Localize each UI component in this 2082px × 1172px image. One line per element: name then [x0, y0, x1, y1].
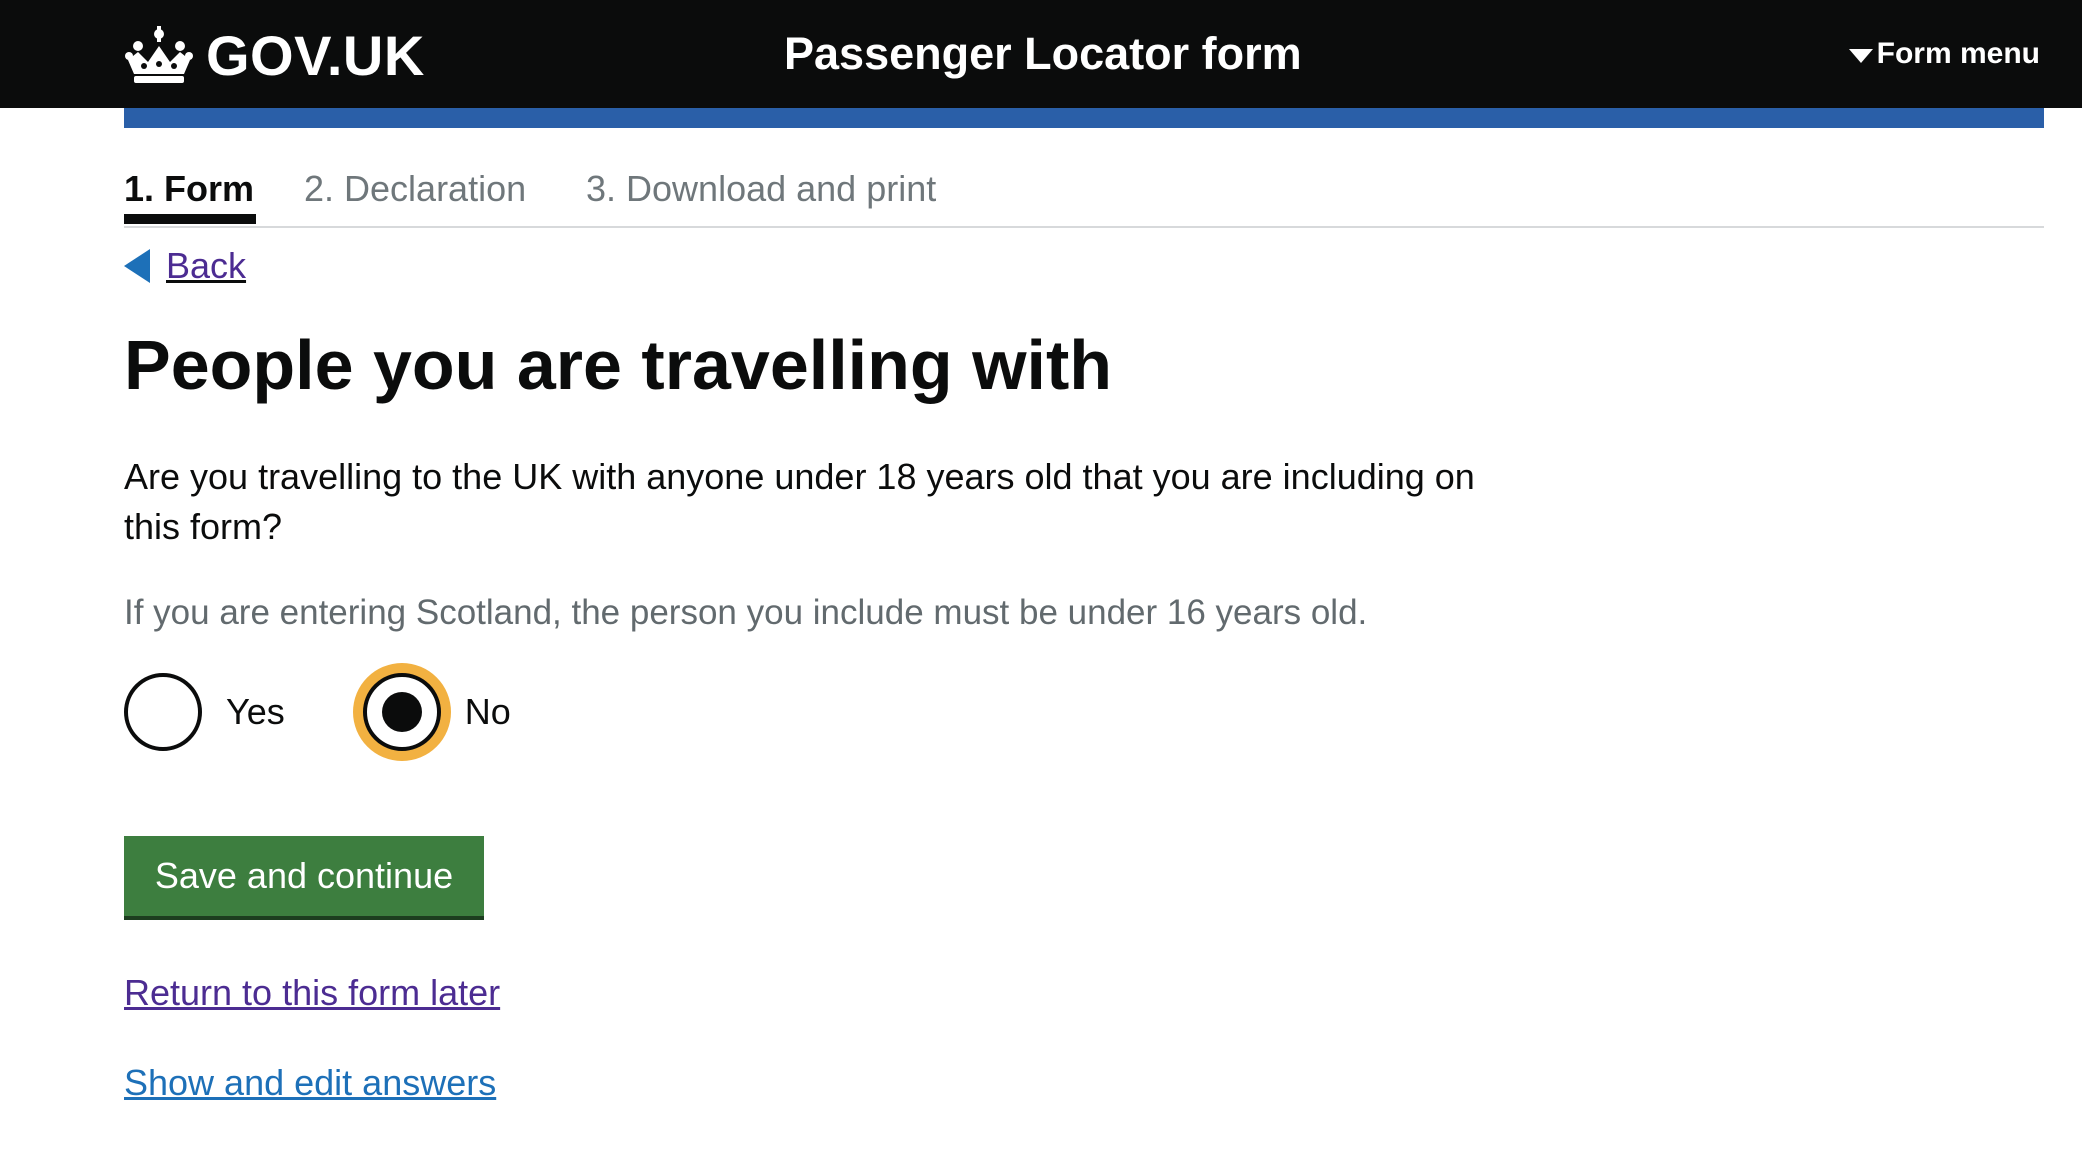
return-later-link[interactable]: Return to this form later	[124, 968, 500, 1018]
accent-bar	[124, 108, 2044, 128]
back-label: Back	[166, 245, 247, 286]
question-text: Are you travelling to the UK with anyone…	[124, 456, 1475, 547]
form-menu-label: Form menu	[1876, 37, 2040, 70]
hint-text: If you are entering Scotland, the person…	[124, 593, 1368, 632]
logo-text: GOV.UK	[206, 23, 425, 87]
progress-steps: 1. Form 2. Declaration 3. Download and p…	[124, 158, 2044, 228]
step-form[interactable]: 1. Form	[124, 164, 254, 214]
radio-yes-label[interactable]: Yes	[226, 691, 285, 733]
active-step-underline	[124, 214, 256, 224]
govuk-logo-link[interactable]: GOV.UK	[124, 22, 425, 88]
crown-icon	[125, 26, 193, 83]
radio-no-circle[interactable]	[362, 673, 441, 751]
triangle-down-icon	[1848, 49, 1873, 63]
radio-no[interactable]: No	[362, 673, 511, 751]
radio-group: Yes No	[124, 672, 511, 752]
form-menu-button[interactable]: Form menu	[1848, 32, 2040, 76]
radio-yes[interactable]: Yes	[124, 673, 285, 751]
step-declaration[interactable]: 2. Declaration	[304, 164, 526, 214]
radio-no-label[interactable]: No	[465, 691, 511, 733]
radio-yes-circle[interactable]	[124, 673, 202, 751]
step-download-print[interactable]: 3. Download and print	[586, 164, 936, 214]
show-edit-answers-link[interactable]: Show and edit answers	[124, 1058, 496, 1108]
site-header: GOV.UK Passenger Locator form Form menu	[0, 0, 2082, 108]
chevron-left-icon	[124, 249, 150, 283]
save-and-continue-button[interactable]: Save and continue	[124, 836, 484, 916]
page-title: People you are travelling with	[124, 326, 1113, 404]
service-name[interactable]: Passenger Locator form	[784, 26, 1302, 82]
back-link[interactable]: Back	[124, 242, 246, 290]
